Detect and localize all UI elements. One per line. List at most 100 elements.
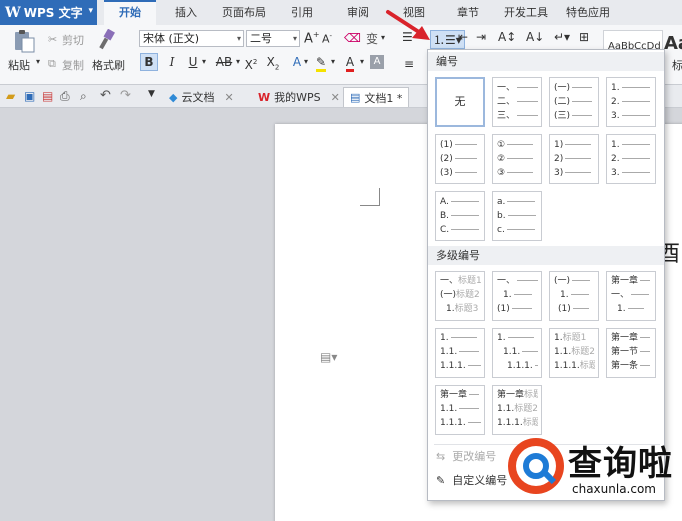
numbering-option-upper-alpha[interactable]: A. B. C.	[435, 191, 485, 241]
numbering-option-none[interactable]: 无	[435, 77, 485, 127]
align-left-icon[interactable]: ≡	[404, 57, 414, 71]
tab-special[interactable]: 特色应用	[562, 0, 614, 25]
tab-review[interactable]: 审阅	[338, 0, 378, 25]
multilevel-option-3[interactable]: (一) 1. (1)	[549, 271, 599, 321]
font-color-dropdown-icon[interactable]: ▾	[360, 57, 364, 66]
highlight-dropdown-icon[interactable]: ▾	[331, 57, 335, 66]
table-borders-icon[interactable]: ⊞	[579, 30, 589, 44]
highlight-button[interactable]: ✎	[312, 53, 330, 72]
number-marker: (二)	[554, 97, 571, 107]
paragraph-handle-icon[interactable]: ▤▾	[320, 350, 337, 364]
number-marker: 1.	[446, 304, 455, 314]
multilevel-option-8[interactable]: 第一章 第一节 第一条	[606, 328, 656, 378]
superscript-button[interactable]: X2	[242, 53, 260, 72]
multilevel-option-2[interactable]: 一、 1. (1)	[492, 271, 542, 321]
tab-document-1[interactable]: ▤ 文档1 *	[343, 87, 410, 107]
text-direction-icon[interactable]: A↕	[498, 30, 516, 44]
number-marker: 1.1.	[554, 347, 572, 357]
shrink-font-icon[interactable]: A-	[322, 32, 332, 46]
number-marker: b.	[497, 211, 506, 221]
phonetic-guide-icon[interactable]: 变	[366, 30, 378, 47]
strikethrough-button[interactable]: AB	[212, 53, 236, 71]
paste-dropdown-icon[interactable]: ▾	[36, 57, 40, 66]
text-effect-dropdown-icon[interactable]: ▾	[304, 57, 308, 66]
font-name-select[interactable]: 宋体 (正文) ▾	[139, 30, 244, 47]
font-size-select[interactable]: 二号 ▾	[246, 30, 300, 47]
print-preview-icon[interactable]: ⌕	[80, 89, 87, 104]
multilevel-option-4[interactable]: 第一章 一、 1.	[606, 271, 656, 321]
format-painter-icon[interactable]	[96, 29, 118, 51]
show-marks-icon[interactable]: ↵▾	[554, 30, 570, 44]
numbering-option-decimal-2[interactable]: 1. 2. 3.	[606, 134, 656, 184]
numbering-option-circled[interactable]: ① ② ③	[492, 134, 542, 184]
custom-numbering-item[interactable]: ✎ 自定义编号	[436, 470, 507, 490]
italic-button[interactable]: I	[163, 53, 181, 71]
number-marker: 1.	[440, 333, 449, 343]
number-marker: 1.1.1.	[507, 361, 533, 371]
scissors-icon: ✂	[48, 33, 58, 46]
copy-button[interactable]: 复制	[62, 57, 84, 73]
increase-indent-icon[interactable]: ⇥	[476, 30, 486, 44]
tab-page-layout[interactable]: 页面布局	[216, 0, 272, 25]
cut-button[interactable]: 剪切	[62, 32, 84, 48]
number-marker: 2)	[554, 154, 564, 164]
tab-insert[interactable]: 插入	[164, 0, 208, 25]
multilevel-option-1[interactable]: 一、标题1 (一)标题2 1.标题3	[435, 271, 485, 321]
close-icon[interactable]: ✕	[331, 91, 340, 104]
multilevel-option-6[interactable]: 1. 1.1. 1.1.1.	[492, 328, 542, 378]
clear-format-icon[interactable]: ⌫	[344, 31, 361, 45]
multilevel-option-7[interactable]: 1.标题1 1.1.标题2 1.1.1.标题3	[549, 328, 599, 378]
number-marker: (三)	[554, 111, 571, 121]
format-painter-button[interactable]: 格式刷	[92, 57, 125, 73]
number-marker: 第一节	[611, 347, 639, 357]
customize-dropdown-icon[interactable]: ▼	[148, 89, 155, 99]
underline-button[interactable]: U	[184, 53, 202, 71]
multilevel-option-5[interactable]: 1. 1.1. 1.1.1.	[435, 328, 485, 378]
numbering-option-paren-chinese[interactable]: (一) (二) (三)	[549, 77, 599, 127]
font-color-button[interactable]: A	[341, 53, 359, 72]
numbering-option-chinese[interactable]: 一、 二、 三、	[492, 77, 542, 127]
export-pdf-icon[interactable]: ▤	[42, 89, 53, 103]
strike-dropdown-icon[interactable]: ▾	[236, 57, 240, 66]
numbering-option-lower-alpha[interactable]: a. b. c.	[492, 191, 542, 241]
tab-developer[interactable]: 开发工具	[500, 0, 552, 25]
tab-chapter[interactable]: 章节	[448, 0, 488, 25]
sort-icon[interactable]: A↓	[526, 30, 544, 44]
app-menu-button[interactable]: W WPS 文字 ▾	[0, 0, 97, 25]
undo-icon[interactable]: ↶	[100, 88, 111, 103]
number-marker: 1.	[611, 83, 620, 93]
close-icon[interactable]: ✕	[224, 91, 233, 104]
tab-home[interactable]: 开始	[104, 0, 156, 25]
numbering-option-right-paren[interactable]: 1) 2) 3)	[549, 134, 599, 184]
tab-cloud-docs[interactable]: ◆ 云文档 ✕	[163, 87, 240, 107]
style-heading-label: 标	[672, 59, 682, 72]
grow-font-icon[interactable]: A+	[304, 30, 320, 46]
number-marker: 1.	[497, 333, 506, 343]
redo-icon[interactable]: ↷	[120, 88, 131, 103]
multilevel-option-9[interactable]: 第一章 1.1. 1.1.1.	[435, 385, 485, 435]
underline-dropdown-icon[interactable]: ▾	[202, 57, 206, 66]
pointer-arrow-icon	[386, 10, 430, 40]
open-folder-icon[interactable]: ▰	[6, 89, 15, 103]
number-marker: 3.	[611, 168, 620, 178]
pencil-icon: ✎	[436, 473, 446, 487]
multilevel-option-10[interactable]: 第一章标题1 1.1.标题2 1.1.1.标题3	[492, 385, 542, 435]
print-icon[interactable]: ⎙	[60, 89, 70, 104]
paste-button[interactable]: 粘贴	[8, 57, 30, 73]
numbering-none-label: 无	[454, 95, 466, 108]
change-numbering-item[interactable]: ⇆ 更改编号	[436, 446, 496, 466]
char-shading-button[interactable]: A	[370, 55, 384, 69]
subscript-button[interactable]: X2	[264, 53, 282, 71]
number-marker: (一)	[440, 290, 457, 300]
tab-my-wps[interactable]: W 我的WPS ✕	[252, 87, 346, 107]
paste-icon[interactable]	[12, 29, 36, 53]
bold-button[interactable]: B	[140, 53, 158, 71]
numbering-option-paren-decimal[interactable]: (1) (2) (3)	[435, 134, 485, 184]
numbering-option-decimal[interactable]: 1. 2. 3.	[606, 77, 656, 127]
number-marker: 1.	[617, 304, 626, 314]
save-icon[interactable]: ▣	[24, 89, 35, 103]
style-preview-heading[interactable]: Aa	[664, 33, 682, 54]
tab-references[interactable]: 引用	[282, 0, 322, 25]
number-marker: 1)	[554, 140, 564, 150]
decrease-indent-icon[interactable]: ⇤	[458, 30, 468, 44]
